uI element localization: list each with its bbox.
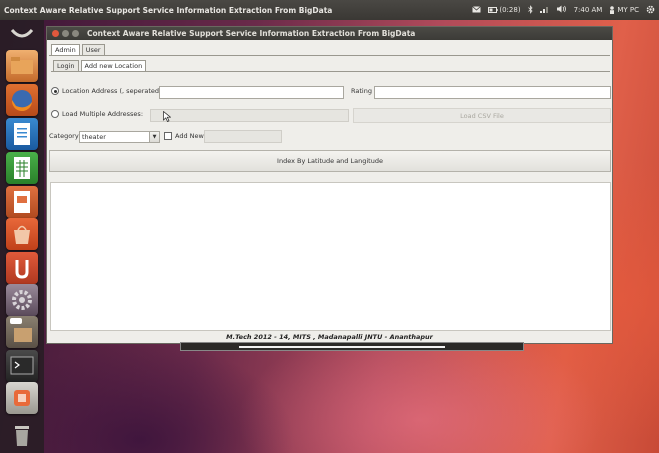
top-panel: Context Aware Relative Support Service I… [0, 0, 659, 20]
user-name: MY PC [617, 6, 639, 14]
battery-indicator[interactable]: (0:28) [488, 6, 521, 14]
impress-icon[interactable] [6, 186, 38, 218]
system-tray: (0:28) 7:40 AM MY PC [472, 0, 655, 20]
tab-user[interactable]: User [81, 44, 105, 55]
multiple-addresses-input[interactable] [150, 109, 349, 122]
workspace-icon[interactable] [6, 316, 38, 348]
clock[interactable]: 7:40 AM [574, 6, 603, 14]
location-address-input[interactable] [159, 86, 344, 99]
chevron-down-icon[interactable]: ▼ [149, 132, 159, 142]
network-icon[interactable] [539, 5, 550, 15]
app-window: Context Aware Relative Support Service I… [46, 26, 613, 344]
calc-icon[interactable] [6, 152, 38, 184]
subtab-divider [51, 71, 610, 72]
add-new-checkbox[interactable] [164, 132, 172, 140]
mouse-pointer-icon [163, 111, 171, 122]
add-new-label: Add New [175, 132, 204, 140]
location-radio[interactable] [51, 87, 59, 95]
category-label: Category [49, 132, 79, 140]
writer-icon[interactable] [6, 118, 38, 150]
bluetooth-icon[interactable] [527, 4, 533, 16]
location-address-option[interactable]: Location Address (, seperated): [51, 87, 164, 95]
maximize-icon[interactable] [72, 30, 79, 37]
rating-label: Rating [351, 87, 372, 95]
tab-add-new-location[interactable]: Add new Location [80, 60, 147, 71]
user-menu[interactable]: MY PC [609, 6, 639, 14]
load-csv-button[interactable]: Load CSV File [353, 108, 611, 123]
add-new-option[interactable]: Add New [164, 132, 204, 140]
software-center-icon[interactable] [6, 218, 38, 250]
tab-divider [49, 55, 610, 56]
settings-icon[interactable] [6, 284, 38, 316]
window-title: Context Aware Relative Support Service I… [87, 29, 416, 38]
ubuntu-one-icon[interactable] [6, 252, 38, 284]
app-icon[interactable] [6, 382, 38, 414]
add-new-input[interactable] [204, 130, 282, 143]
minimize-icon[interactable] [62, 30, 69, 37]
volume-icon[interactable] [556, 5, 567, 15]
battery-time: (0:28) [499, 6, 521, 14]
battery-icon [488, 7, 499, 13]
index-by-lat-long-button[interactable]: Index By Latitude and Langitude [49, 150, 611, 172]
multiple-radio[interactable] [51, 110, 59, 118]
sub-tabs: Login Add new Location [53, 60, 148, 71]
files-icon[interactable] [6, 50, 38, 82]
results-area[interactable] [50, 182, 611, 331]
load-multiple-label: Load Multiple Addresses: [62, 110, 144, 118]
mail-icon[interactable] [472, 5, 482, 15]
category-select[interactable]: theater ▼ [79, 131, 160, 143]
terminal-icon[interactable] [6, 350, 38, 382]
window-titlebar[interactable]: Context Aware Relative Support Service I… [47, 27, 612, 40]
background-window-strip [180, 342, 524, 351]
user-icon [610, 6, 615, 14]
rating-input[interactable] [374, 86, 611, 99]
launcher [0, 20, 44, 453]
firefox-icon[interactable] [6, 84, 38, 116]
load-multiple-option[interactable]: Load Multiple Addresses: [51, 110, 143, 118]
close-icon[interactable] [52, 30, 59, 37]
location-address-label: Location Address (, seperated): [62, 87, 164, 95]
gear-icon[interactable] [646, 5, 655, 16]
category-value: theater [82, 133, 106, 141]
main-tabs: Admin User [51, 44, 107, 55]
panel-app-title: Context Aware Relative Support Service I… [4, 5, 333, 15]
trash-icon[interactable] [6, 418, 38, 450]
tab-admin[interactable]: Admin [51, 44, 80, 55]
tab-login[interactable]: Login [53, 60, 79, 71]
